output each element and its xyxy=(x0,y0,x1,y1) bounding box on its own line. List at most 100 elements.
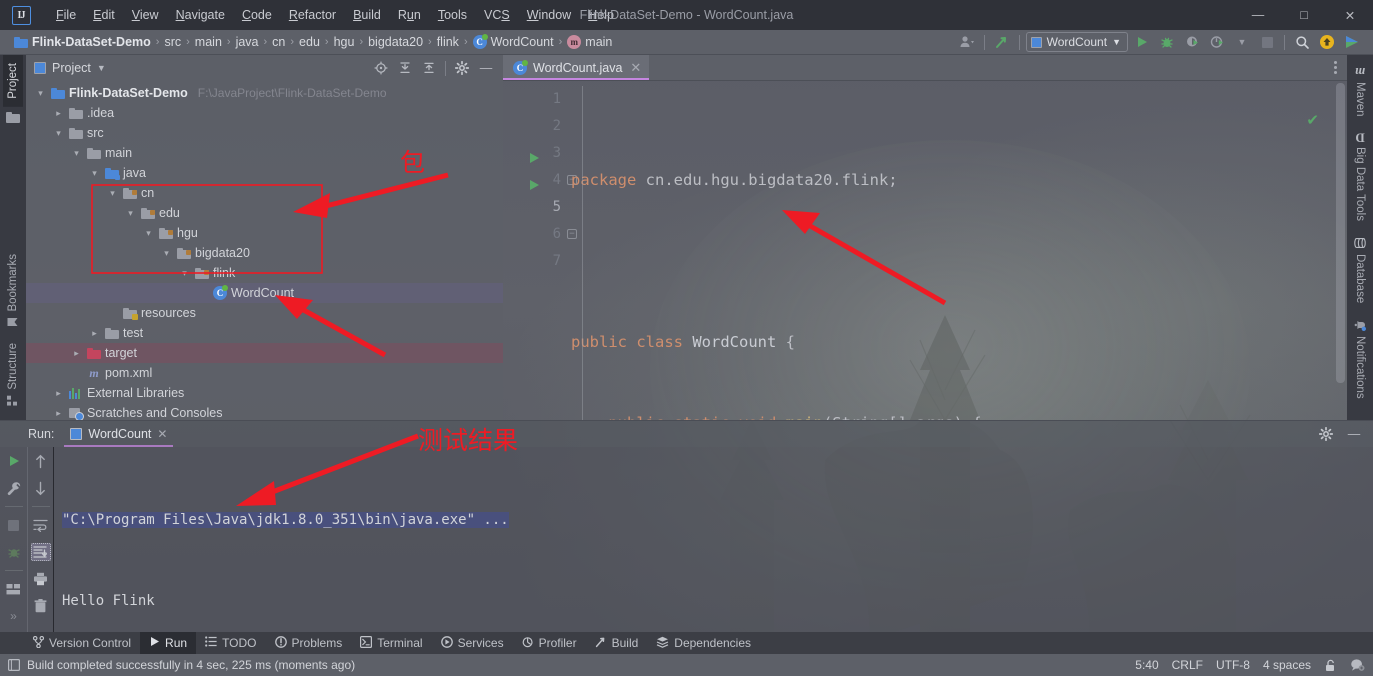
editor-gutter[interactable]: 1 2 3 4− 5 6− 7 xyxy=(503,81,577,420)
edit-configuration-icon[interactable] xyxy=(4,479,24,497)
console-output[interactable]: "C:\Program Files\Java\jdk1.8.0_351\bin\… xyxy=(54,447,1373,632)
tree-node-flink-dataset-demo[interactable]: ▾ Flink-DataSet-Demo F:\JavaProject\Flink-… xyxy=(26,83,503,103)
status-message[interactable]: Build completed successfully in 4 sec, 2… xyxy=(27,658,355,672)
ide-assistant-icon[interactable] xyxy=(1350,658,1365,672)
tree-node-src[interactable]: ▾ src xyxy=(26,123,503,143)
breadcrumb-item-src[interactable]: src xyxy=(160,34,185,50)
chevron-down-icon[interactable]: ▾ xyxy=(106,188,119,199)
line-separator[interactable]: CRLF xyxy=(1172,658,1203,672)
ide-services-icon[interactable] xyxy=(1341,32,1363,53)
soft-wrap-icon[interactable] xyxy=(31,516,51,534)
gutter-line-1[interactable]: 1 xyxy=(503,86,569,113)
tab-profiler[interactable]: Profiler xyxy=(513,632,586,654)
source-code[interactable]: package cn.edu.hgu.bigdata20.flink; publ… xyxy=(569,81,1347,420)
editor-tab-wordcount[interactable]: C WordCount.java ✕ xyxy=(503,55,650,80)
chevron-down-icon[interactable]: ▾ xyxy=(124,208,137,219)
breadcrumb-item-main-method[interactable]: m main xyxy=(563,34,616,50)
close-icon[interactable]: ✕ xyxy=(630,60,641,76)
tree-node-cn[interactable]: ▾ cn xyxy=(26,183,503,203)
breadcrumb-item-project[interactable]: Flink-DataSet-Demo xyxy=(10,34,155,50)
gutter-line-2[interactable]: 2 xyxy=(503,113,569,140)
stop-process-icon[interactable] xyxy=(4,516,24,534)
project-tree[interactable]: ▾ Flink-DataSet-Demo F:\JavaProject\Flink-… xyxy=(26,81,503,420)
maximize-button[interactable]: □ xyxy=(1281,0,1327,30)
coverage-icon[interactable] xyxy=(1181,32,1203,53)
menu-window[interactable]: Window xyxy=(519,4,579,26)
sidebar-item-structure[interactable]: Structure xyxy=(3,335,23,414)
settings-gear-icon[interactable] xyxy=(451,58,473,79)
tree-node-wordcount[interactable]: C WordCount xyxy=(26,283,503,303)
chevron-right-icon[interactable]: ▸ xyxy=(52,388,65,399)
menu-run[interactable]: Run xyxy=(390,4,429,26)
chevron-down-icon[interactable]: ▾ xyxy=(142,228,155,239)
breadcrumb-item-bigdata20[interactable]: bigdata20 xyxy=(364,34,427,50)
print-icon[interactable] xyxy=(31,570,51,588)
tab-problems[interactable]: Problems xyxy=(266,632,352,654)
chevron-right-icon[interactable]: ▸ xyxy=(70,348,83,359)
vcs-update-icon[interactable] xyxy=(991,32,1013,53)
tree-node-edu[interactable]: ▾ edu xyxy=(26,203,503,223)
chevron-right-icon[interactable]: ▸ xyxy=(88,328,101,339)
unlocked-icon[interactable] xyxy=(1324,659,1337,672)
minimize-button[interactable]: — xyxy=(1235,0,1281,30)
menu-vcs[interactable]: VCS xyxy=(476,4,518,26)
inspection-status-icon[interactable]: ✔ xyxy=(1306,111,1319,129)
layout-settings-icon[interactable] xyxy=(4,580,24,598)
tree-node-resources[interactable]: resources xyxy=(26,303,503,323)
menu-code[interactable]: Code xyxy=(234,4,280,26)
gutter-line-3[interactable]: 3 xyxy=(503,140,569,167)
search-everywhere-icon[interactable] xyxy=(1291,32,1313,53)
hide-panel-icon[interactable]: — xyxy=(475,58,497,79)
run-icon[interactable] xyxy=(1131,32,1153,53)
tree-node-idea[interactable]: ▸ .idea xyxy=(26,103,503,123)
run-configuration-selector[interactable]: WordCount ▼ xyxy=(1025,32,1128,52)
chevron-right-icon[interactable]: ▸ xyxy=(52,408,65,419)
breadcrumb-item-edu[interactable]: edu xyxy=(295,34,324,50)
chevron-down-icon[interactable]: ▾ xyxy=(160,248,173,259)
tab-version-control[interactable]: Version Control xyxy=(24,632,140,654)
menu-refactor[interactable]: Refactor xyxy=(281,4,344,26)
up-the-stack-trace-icon[interactable] xyxy=(31,452,51,470)
gutter-line-4[interactable]: 4− xyxy=(503,167,577,194)
tree-node-target[interactable]: ▸ target xyxy=(26,343,503,363)
tab-dependencies[interactable]: Dependencies xyxy=(647,632,760,654)
tree-node-hgu[interactable]: ▾ hgu xyxy=(26,223,503,243)
tree-node-bigdata20[interactable]: ▾ bigdata20 xyxy=(26,243,503,263)
chevron-down-icon[interactable]: ▾ xyxy=(178,268,191,279)
profiler-icon[interactable] xyxy=(1206,32,1228,53)
sidebar-item-database[interactable]: Database xyxy=(1350,229,1370,311)
menu-navigate[interactable]: Navigate xyxy=(168,4,233,26)
close-icon[interactable]: ✕ xyxy=(157,427,167,441)
sidebar-item-maven[interactable]: m Maven xyxy=(1348,59,1372,125)
scrollbar-thumb[interactable] xyxy=(1336,83,1345,383)
breadcrumb-item-main[interactable]: main xyxy=(191,34,226,50)
breadcrumb-item-wordcount[interactable]: C WordCount xyxy=(469,34,558,50)
user-account-icon[interactable] xyxy=(956,32,978,53)
code-viewport[interactable]: 1 2 3 4− 5 6− 7 package cn.edu.hgu.bigdata20.f… xyxy=(503,81,1347,420)
sidebar-item-project[interactable]: Project xyxy=(3,55,23,107)
sidebar-item-notifications[interactable]: Notifications xyxy=(1350,311,1370,407)
tree-node-pom-xml[interactable]: m pom.xml xyxy=(26,363,503,383)
tree-node-scratches-and-consoles[interactable]: ▸ Scratches and Consoles xyxy=(26,403,503,420)
update-available-icon[interactable] xyxy=(1316,32,1338,53)
breadcrumb-item-flink[interactable]: flink xyxy=(433,34,463,50)
editor-scrollbar[interactable] xyxy=(1334,81,1347,420)
select-opened-file-icon[interactable] xyxy=(370,58,392,79)
menu-file[interactable]: File xyxy=(48,4,84,26)
rerun-icon[interactable] xyxy=(4,452,24,470)
file-encoding[interactable]: UTF-8 xyxy=(1216,658,1250,672)
breadcrumb-item-cn[interactable]: cn xyxy=(268,34,289,50)
settings-gear-icon[interactable] xyxy=(1315,424,1337,445)
collapse-all-icon[interactable] xyxy=(418,58,440,79)
stop-debugger-icon[interactable] xyxy=(4,543,24,561)
scroll-to-end-icon[interactable] xyxy=(30,543,51,561)
menu-view[interactable]: View xyxy=(124,4,167,26)
gutter-line-5[interactable]: 5 xyxy=(503,194,569,221)
chevron-down-icon[interactable]: ▾ xyxy=(88,168,101,179)
gutter-line-7[interactable]: 7 xyxy=(503,248,569,275)
menu-build[interactable]: Build xyxy=(345,4,389,26)
run-tab-wordcount[interactable]: WordCount ✕ xyxy=(64,424,174,447)
chevron-down-icon[interactable]: ▼ xyxy=(1231,32,1253,53)
clear-all-icon[interactable] xyxy=(31,597,51,615)
gutter-line-6[interactable]: 6− xyxy=(503,221,577,248)
